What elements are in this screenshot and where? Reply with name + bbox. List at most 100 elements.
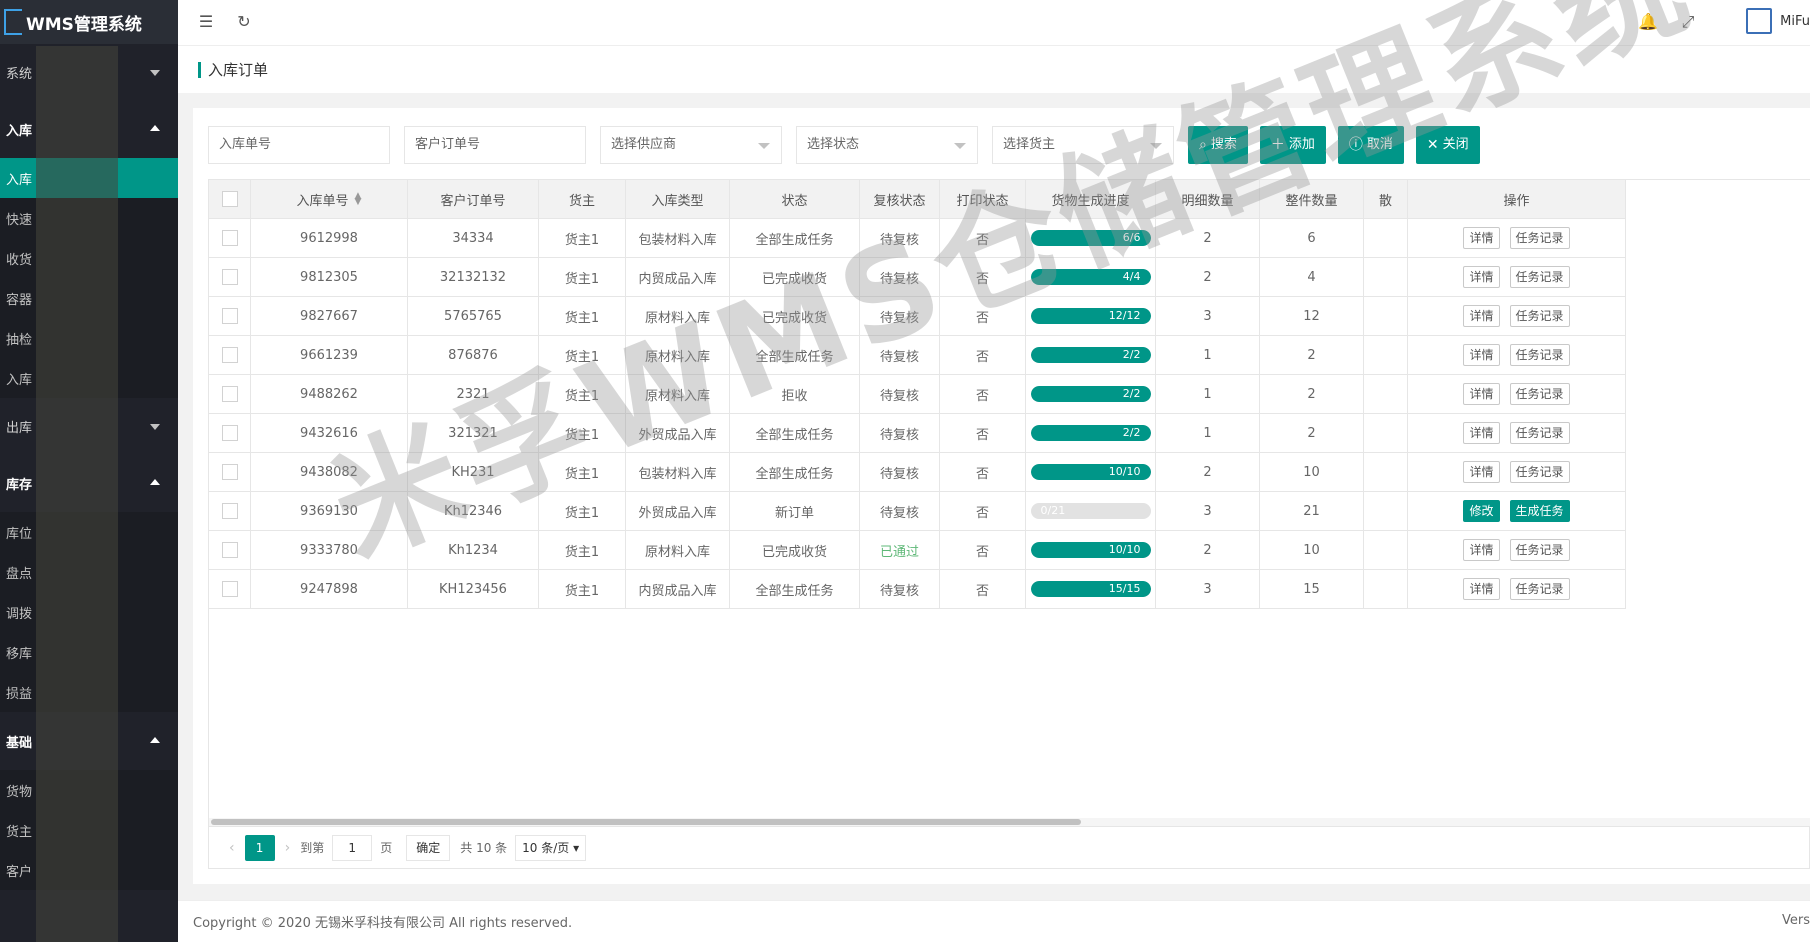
redacted-area [36,46,118,942]
brand-logo-icon [1746,8,1773,34]
table-row[interactable]: 9661239 876876 货主1 原材料入库 全部生成任务 待复核否 2/2 1 2 详情 任务… [209,336,1626,375]
detail-button[interactable]: 详情 [1463,227,1500,249]
row-checkbox[interactable] [221,230,238,246]
task-log-button[interactable]: 任务记录 [1509,227,1570,249]
progress-cell: 6/6 [1026,219,1156,257]
close-button[interactable]: ✕ 关闭 [1415,126,1480,164]
supplier-select[interactable]: 选择供应商 [600,126,782,164]
fullscreen-icon[interactable]: ⤢ [1678,12,1698,32]
inbound-no-input[interactable]: 入库单号 [208,126,390,164]
page-size-select[interactable]: 10 条/页 ▾ [515,834,587,861]
refresh-icon[interactable]: ↻ [234,12,254,32]
task-log-button[interactable]: 任务记录 [1509,305,1570,327]
task-log-button[interactable]: 任务记录 [1509,344,1570,366]
page-size-label: 10 条/页 [522,840,570,855]
caret-up-icon [150,479,160,485]
current-page[interactable]: 1 [244,834,275,861]
ops-cell: 详情 任务记录 [1408,414,1626,452]
table-row[interactable]: 9369130 Kh12346 货主1 外贸成品入库 新订单 待复核否 0/21 3 21 修改生… [209,492,1626,531]
table-cell: 待复核 [860,375,940,413]
table-cell: 9488262 [251,375,408,413]
checkbox-cell[interactable] [209,453,251,491]
checkbox-cell[interactable] [209,531,251,569]
task-log-button[interactable]: 任务记录 [1509,266,1570,288]
checkbox-cell[interactable] [209,219,251,257]
column-header-label: 明细数量 [1181,193,1234,209]
search-button[interactable]: ⌕ 搜索 [1188,126,1248,164]
column-header: 散 [1364,180,1408,218]
checkbox-cell[interactable] [209,570,251,608]
task-log-button[interactable]: 任务记录 [1509,422,1570,444]
table-cell: 2 [1260,414,1364,452]
row-checkbox[interactable] [221,503,238,519]
select-all-checkbox[interactable] [221,191,238,207]
ops-cell: 详情 任务记录 [1408,375,1626,413]
header-checkbox-cell[interactable] [209,180,251,218]
table-row[interactable]: 9438082 KH231 货主1 包装材料入库 全部生成任务 待复核否 10/10 2 10 详… [209,453,1626,492]
table-row[interactable]: 9612998 34334 货主1 包装材料入库 全部生成任务 待复核否 6/6 2 6 详情 任务… [209,219,1626,258]
row-checkbox[interactable] [221,269,238,285]
column-header: 货物生成进度 [1026,180,1156,218]
task-log-button[interactable]: 任务记录 [1509,383,1570,405]
table-cell: 待复核 [860,219,940,257]
checkbox-cell[interactable] [209,375,251,413]
sidebar-item-label: 客户 [6,864,33,880]
table-cell: 3 [1156,570,1260,608]
table-row[interactable]: 9432616 321321 货主1 外贸成品入库 全部生成任务 待复核否 2/2 1 2 详情任… [209,414,1626,453]
inbound-order-table: 入库单号 ▲ ▼ 客户订单号 货主 入库类型 状态 复核状态 打印状态 货物生成进度 明细数量 整件数… [208,179,1810,827]
detail-button[interactable]: 详情 [1463,305,1500,327]
checkbox-cell[interactable] [209,414,251,452]
checkbox-cell[interactable] [209,297,251,335]
checkbox-cell[interactable] [209,258,251,296]
detail-button[interactable]: 详情 [1463,578,1500,600]
detail-button[interactable]: 详情 [1463,461,1500,483]
goto-page-input[interactable]: 1 [332,834,373,861]
table-row[interactable]: 9247898 KH123456 货主1 内贸成品入库 全部生成任务 待复核否 15/15 3… [209,570,1626,609]
row-checkbox[interactable] [221,308,238,324]
table-cell: 新订单 [730,492,860,530]
table-row[interactable]: 9333780 Kh1234 货主1 原材料入库 已完成收货 已通过否 10/10 2 10 详情… [209,531,1626,570]
status-select[interactable]: 选择状态 [796,126,978,164]
bell-icon[interactable]: 🔔 [1638,12,1658,32]
table-cell: 否 [940,570,1026,608]
horizontal-scrollbar[interactable] [209,818,1810,826]
goto-confirm-button[interactable]: 确定 [406,834,451,861]
table-row[interactable]: 9812305 32132132 货主1 内贸成品入库 已完成收货 待复核否 4/4 2 4 详情… [209,258,1626,297]
row-checkbox[interactable] [221,386,238,402]
row-checkbox[interactable] [221,542,238,558]
detail-button[interactable]: 详情 [1463,266,1500,288]
menu-toggle-icon[interactable]: ☰ [196,12,216,32]
customer-order-input[interactable]: 客户订单号 [404,126,586,164]
next-page-icon[interactable]: › [285,840,291,856]
prev-page-icon[interactable]: ‹ [229,840,235,856]
edit-button[interactable]: 修改 [1463,500,1500,522]
row-checkbox[interactable] [221,464,238,480]
row-checkbox[interactable] [221,581,238,597]
column-header[interactable]: 入库单号 ▲ ▼ [251,180,408,218]
table-cell: 9369130 [251,492,408,530]
cancel-button[interactable]: ⓘ 取消 [1337,126,1404,164]
row-checkbox[interactable] [221,425,238,441]
sidebar: WMS管理系统 系统 入库 入库 快速 收货 容器 抽检 入库 出库 库存 库位 盘点 调拨 移库 损益 基础… [0,0,178,942]
detail-button[interactable]: 详情 [1463,344,1500,366]
detail-button[interactable]: 详情 [1463,422,1500,444]
table-row[interactable]: 9827667 5765765 货主1 原材料入库 已完成收货 待复核否 12/12 3 12 详… [209,297,1626,336]
generate-task-button[interactable]: 生成任务 [1509,500,1570,522]
task-log-button[interactable]: 任务记录 [1509,539,1570,561]
owner-select[interactable]: 选择货主 [992,126,1174,164]
task-log-button[interactable]: 任务记录 [1509,578,1570,600]
scrollbar-thumb[interactable] [211,819,1081,825]
task-log-button[interactable]: 任务记录 [1509,461,1570,483]
detail-button[interactable]: 详情 [1463,539,1500,561]
row-checkbox[interactable] [221,347,238,363]
app-logo[interactable]: WMS管理系统 [0,0,178,44]
table-cell: 1 [1156,336,1260,374]
table-row[interactable]: 9488262 2321 货主1 原材料入库 拒收 待复核否 2/2 1 2 详情 任务记录 [209,375,1626,414]
sort-icon[interactable]: ▲ ▼ [355,192,362,207]
checkbox-cell[interactable] [209,492,251,530]
user-brand[interactable]: MiFu [1746,8,1810,34]
detail-button[interactable]: 详情 [1463,383,1500,405]
checkbox-cell[interactable] [209,336,251,374]
table-cell: 全部生成任务 [730,219,860,257]
add-button[interactable]: ＋添加 [1259,126,1326,164]
